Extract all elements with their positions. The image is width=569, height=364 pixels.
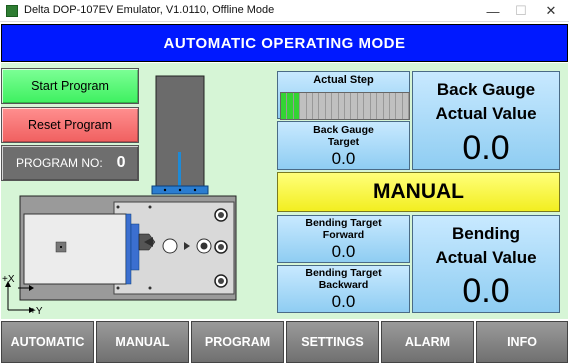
minimize-button[interactable]: — (478, 0, 508, 22)
back-gauge-actual-title-1: Back Gauge (436, 80, 536, 99)
nav-automatic-button[interactable]: AUTOMATIC (1, 321, 94, 363)
center-roller (162, 238, 178, 254)
bending-actual-value: 0.0 (462, 272, 510, 310)
app-icon (6, 5, 18, 17)
actual-step-panel: Actual Step (277, 71, 410, 120)
mode-indicator: MANUAL (277, 172, 560, 212)
bending-target-backward-panel[interactable]: Bending Target Backward 0.0 (277, 265, 410, 313)
back-gauge-target-title-1: Back Gauge (313, 124, 374, 136)
maximize-button[interactable]: ☐ (506, 0, 536, 22)
bending-tool (178, 152, 181, 186)
back-gauge-actual-panel: Back Gauge Actual Value 0.0 (412, 71, 560, 170)
nav-settings-button[interactable]: SETTINGS (286, 321, 379, 363)
bending-actual-panel: Bending Actual Value 0.0 (412, 215, 560, 313)
bending-target-forward-value: 0.0 (331, 242, 356, 261)
axis-y-label: +Y (30, 306, 43, 317)
nav-alarm-button[interactable]: ALARM (381, 321, 474, 363)
back-gauge-target-value: 0.0 (331, 149, 356, 168)
clamp-bar (125, 213, 132, 285)
page-title: AUTOMATIC OPERATING MODE (1, 24, 568, 62)
machine-diagram (18, 75, 237, 301)
back-gauge-actual-title-2: Actual Value (435, 104, 537, 123)
back-gauge-actual-value: 0.0 (462, 129, 510, 167)
nav-manual-button[interactable]: MANUAL (96, 321, 189, 363)
actual-step-label: Actual Step (313, 74, 374, 86)
bending-actual-title-1: Bending (452, 224, 520, 243)
bending-target-backward-value: 0.0 (331, 292, 356, 311)
bending-target-backward-title-2: Backward (318, 279, 369, 291)
axis-x-label: +X (2, 274, 15, 285)
step-cell (402, 93, 410, 119)
bending-target-forward-title-1: Bending Target (305, 217, 382, 229)
window-title: Delta DOP-107EV Emulator, V1.0110, Offli… (24, 4, 275, 16)
back-gauge-target-title-2: Target (327, 136, 360, 148)
bending-target-backward-title-1: Bending Target (305, 267, 382, 279)
back-gauge-target-panel[interactable]: Back Gauge Target 0.0 (277, 121, 410, 170)
nav-program-button[interactable]: PROGRAM (191, 321, 284, 363)
bending-target-forward-panel[interactable]: Bending Target Forward 0.0 (277, 215, 410, 263)
actual-step-progress-bar (280, 92, 410, 120)
close-button[interactable]: ✕ (536, 0, 566, 22)
bending-target-forward-title-2: Forward (322, 229, 365, 241)
nav-info-button[interactable]: INFO (476, 321, 568, 363)
bending-actual-title-2: Actual Value (435, 248, 537, 267)
